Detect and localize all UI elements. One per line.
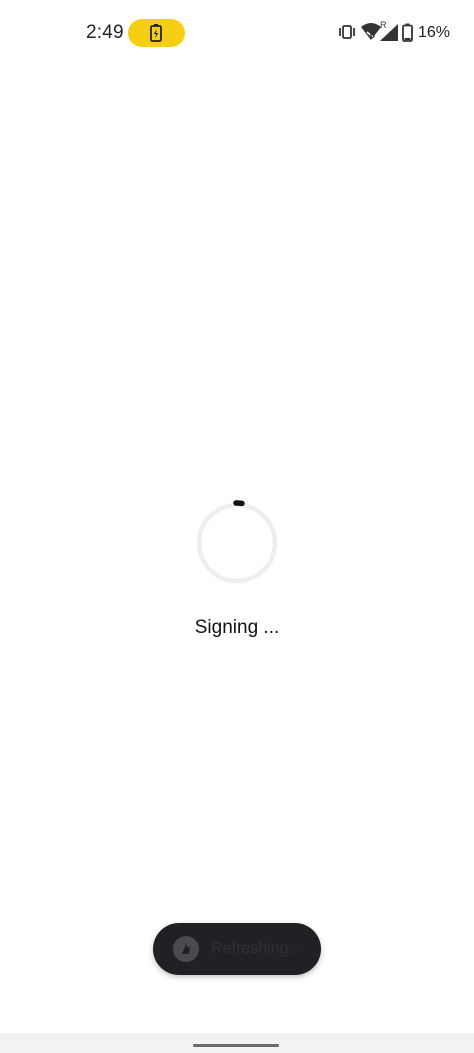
loading-spinner xyxy=(196,500,278,584)
toast-message: Refreshing... xyxy=(211,940,302,957)
battery-percentage: 16% xyxy=(418,24,451,41)
refresh-toast: Refreshing... xyxy=(153,923,321,975)
spinner-track xyxy=(196,502,278,584)
battery-charging-icon xyxy=(150,24,162,42)
home-gesture-handle[interactable] xyxy=(193,1044,279,1047)
app-screen: 2:49 6 R 16% Signing ... Refreshing... xyxy=(0,0,474,1053)
signal-icon xyxy=(380,24,398,41)
status-bar: 2:49 6 R 16% xyxy=(0,0,474,66)
charging-indicator-pill xyxy=(128,19,185,47)
app-logo-icon xyxy=(173,936,199,962)
navigation-bar xyxy=(0,1033,474,1053)
wifi-generation-badge: 6 xyxy=(370,30,376,40)
vibrate-icon xyxy=(339,25,355,39)
battery-icon xyxy=(402,23,413,42)
loading-message: Signing ... xyxy=(194,617,280,638)
status-time: 2:49 xyxy=(86,22,124,43)
